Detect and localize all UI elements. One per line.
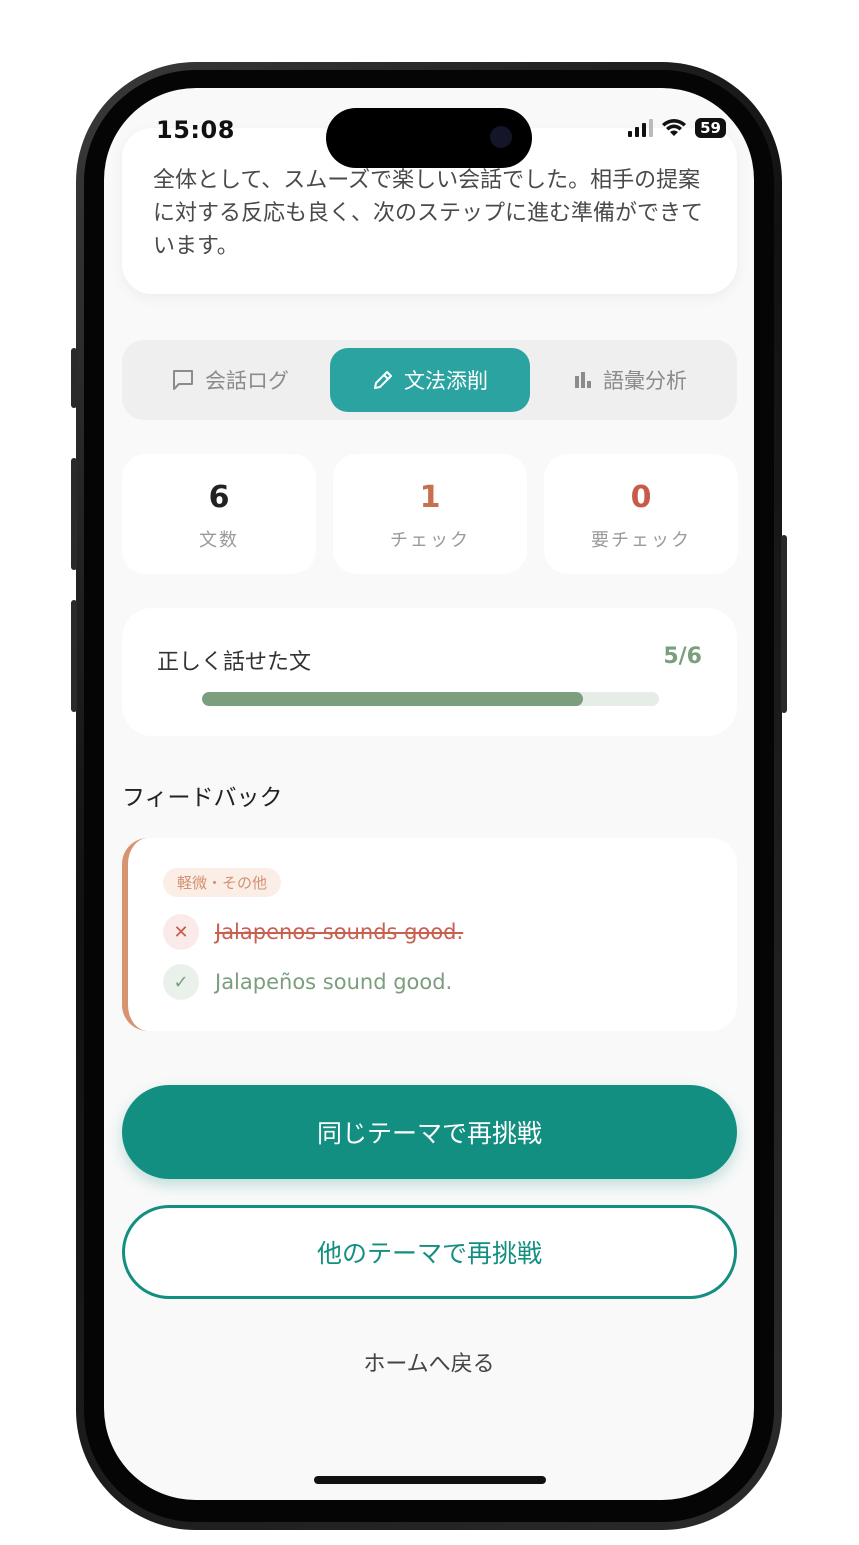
tab-label: 文法添削 — [404, 369, 488, 393]
power-button — [781, 535, 787, 713]
check-icon: ✓ — [163, 964, 199, 1000]
status-bar: 15:08 59 — [104, 88, 754, 168]
volume-down-button — [71, 600, 77, 712]
summary-text: 全体として、スムーズで楽しい会話でした。相手の提案に対する反応も良く、次のステッ… — [153, 168, 704, 259]
correct-sentences-card: 正しく話せた文 5/6 — [122, 608, 737, 736]
progress-bar — [202, 692, 659, 706]
stat-value: 1 — [419, 480, 441, 515]
chat-bubble-icon — [173, 370, 193, 390]
tab-label: 会話ログ — [205, 369, 289, 393]
correct-sentence-text: Jalapeños sound good. — [215, 970, 453, 994]
pencil-icon — [374, 371, 392, 389]
retry-other-theme-button[interactable]: 他のテーマで再挑戦 — [122, 1205, 737, 1299]
stat-check-count: 1 チェック — [333, 454, 527, 574]
app-screen: 15:08 59 全体として、スムーズで楽しい会話でした。相手の提案に対する反応… — [104, 88, 754, 1500]
back-home-link[interactable]: ホームへ戻る — [104, 1346, 754, 1378]
stat-label: 要チェック — [591, 530, 691, 551]
stat-needs-check-count: 0 要チェック — [544, 454, 738, 574]
battery-icon: 59 — [695, 118, 726, 138]
bar-chart-icon — [575, 372, 591, 388]
feedback-heading: フィードバック — [122, 785, 283, 811]
feedback-card: 軽微・その他 ✕ Jalapenos sounds good. ✓ Jalape… — [122, 838, 737, 1031]
volume-up-button — [71, 458, 77, 570]
tab-label: 語彙分析 — [603, 369, 687, 393]
stat-value: 0 — [630, 480, 652, 515]
tab-vocabulary-analysis[interactable]: 語彙分析 — [532, 348, 728, 412]
stat-value: 6 — [208, 480, 230, 515]
tab-grammar-correction[interactable]: 文法添削 — [330, 348, 530, 412]
status-icons: 59 — [628, 118, 726, 138]
wrong-sentence-text: Jalapenos sounds good. — [215, 920, 464, 944]
progress-bar-fill — [202, 692, 583, 706]
home-indicator[interactable] — [314, 1476, 546, 1484]
wifi-icon — [662, 119, 687, 136]
stat-label: チェック — [390, 530, 470, 551]
mute-switch — [71, 348, 77, 408]
signal-icon — [628, 119, 654, 137]
stat-label: 文数 — [199, 530, 239, 551]
severity-badge: 軽微・その他 — [163, 868, 282, 897]
camera-icon — [490, 126, 512, 148]
retry-same-theme-button[interactable]: 同じテーマで再挑戦 — [122, 1085, 737, 1179]
correct-sentence-row: ✓ Jalapeños sound good. — [163, 964, 452, 1000]
dynamic-island — [326, 108, 532, 168]
tab-conversation-log[interactable]: 会話ログ — [132, 348, 328, 412]
progress-label: 正しく話せた文 — [157, 650, 312, 675]
progress-value: 5/6 — [663, 644, 702, 669]
status-time: 15:08 — [156, 116, 235, 144]
x-icon: ✕ — [163, 914, 199, 950]
tab-bar: 会話ログ 文法添削 語彙分析 — [122, 340, 737, 420]
stat-sentence-count: 6 文数 — [122, 454, 316, 574]
wrong-sentence-row: ✕ Jalapenos sounds good. — [163, 914, 463, 950]
